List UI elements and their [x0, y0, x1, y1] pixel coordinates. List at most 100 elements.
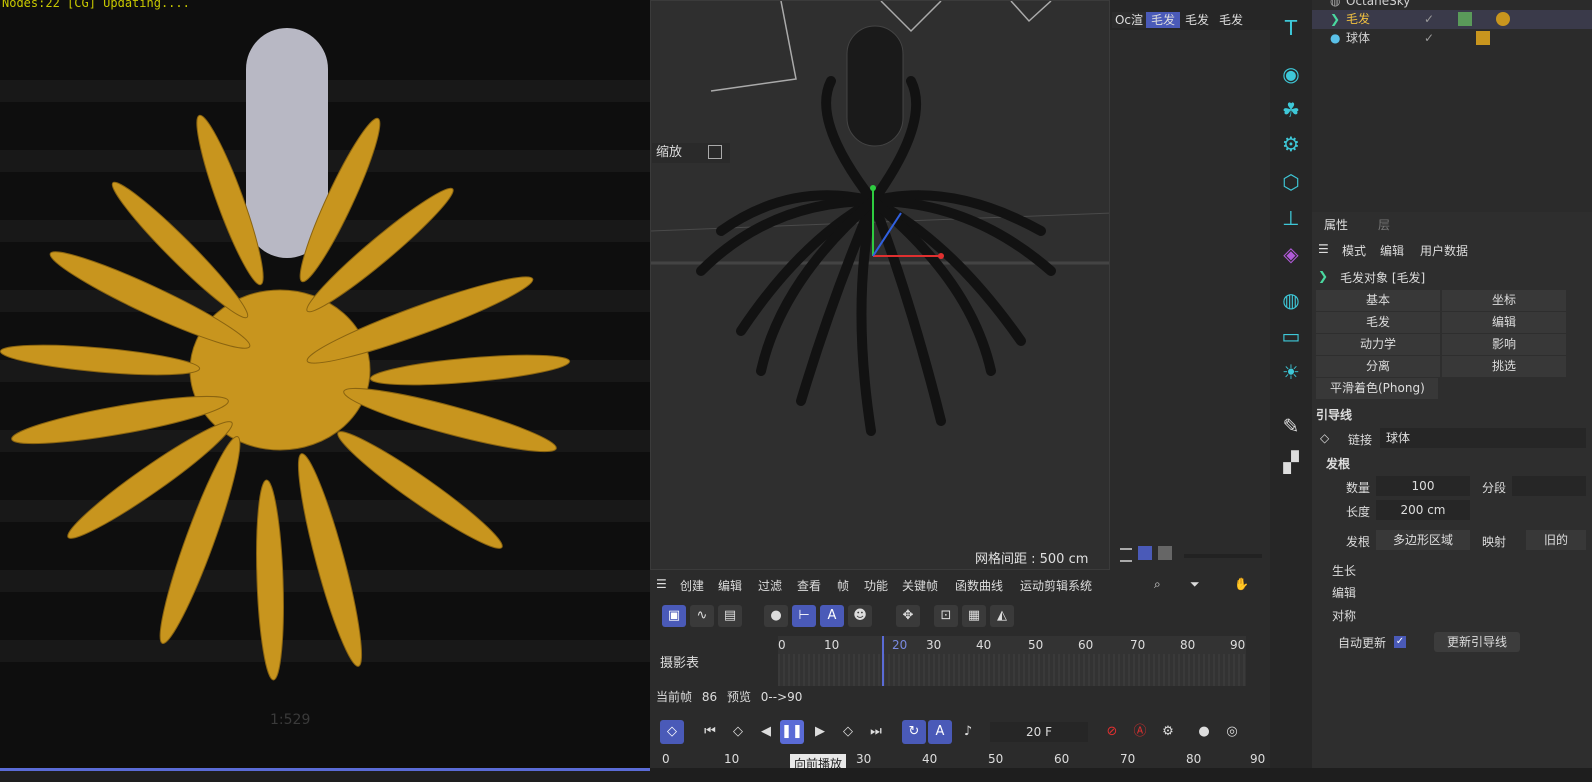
- length-field[interactable]: 200 cm: [1376, 500, 1470, 520]
- next-frame-icon[interactable]: ▶: [808, 720, 832, 744]
- loop-icon[interactable]: ↻: [902, 720, 926, 744]
- gear-icon[interactable]: ⚙: [1276, 130, 1306, 158]
- light-icon[interactable]: ☀: [1276, 358, 1306, 386]
- menu-item[interactable]: 过滤: [758, 577, 782, 594]
- material-tag-icon[interactable]: [1476, 31, 1490, 45]
- menu-edit[interactable]: 编辑: [1380, 242, 1404, 259]
- motion-icon[interactable]: ▤: [718, 605, 742, 627]
- hierarchy-icon[interactable]: ⊢: [792, 605, 816, 627]
- brush-icon[interactable]: ✎: [1276, 412, 1306, 440]
- keyframe-icon[interactable]: ◇: [1320, 431, 1329, 445]
- link-field[interactable]: 球体: [1380, 428, 1586, 448]
- menu-item[interactable]: 帧: [837, 577, 849, 594]
- playhead[interactable]: [882, 636, 884, 686]
- keyframe-filter-icon[interactable]: ●: [1192, 720, 1216, 744]
- sculpt-icon[interactable]: ▞: [1276, 448, 1306, 476]
- bottom-ruler[interactable]: 0 10 20 30 40 50 60 70 80 90: [650, 752, 1270, 768]
- count-field[interactable]: 100: [1376, 476, 1470, 496]
- update-guides-button[interactable]: 更新引导线: [1434, 632, 1520, 652]
- material-label[interactable]: Oc渲: [1112, 12, 1146, 28]
- tab-edit[interactable]: 编辑: [1442, 312, 1566, 333]
- attribute-mode-icon[interactable]: A: [820, 605, 844, 627]
- roots-section[interactable]: 发根: [1326, 455, 1350, 472]
- 3d-viewport[interactable]: [650, 0, 1110, 570]
- tab-phong[interactable]: 平滑着色(Phong): [1316, 378, 1438, 399]
- play-button[interactable]: ❚❚: [780, 720, 804, 744]
- section-edit[interactable]: 编辑: [1332, 584, 1356, 601]
- menu-item[interactable]: 关键帧: [902, 577, 938, 594]
- deformer-icon[interactable]: ⬡: [1276, 168, 1306, 196]
- record-icon[interactable]: ⊘: [1100, 720, 1124, 744]
- tab-influence[interactable]: 影响: [1442, 334, 1566, 355]
- menu-item[interactable]: 创建: [680, 577, 704, 594]
- object-row[interactable]: ● 球体 ✓: [1312, 29, 1592, 48]
- tag-icon[interactable]: [1458, 12, 1472, 26]
- clip-icon[interactable]: ▦: [962, 605, 986, 627]
- visibility-icon[interactable]: ✓: [1424, 29, 1434, 48]
- object-row[interactable]: ❯ 毛发 ✓: [1312, 10, 1592, 29]
- field-icon[interactable]: ◈: [1276, 240, 1306, 268]
- tab-basic[interactable]: 基本: [1316, 290, 1440, 311]
- map-select[interactable]: 旧的: [1526, 530, 1586, 550]
- list-view-icon[interactable]: [1120, 548, 1132, 562]
- text-icon[interactable]: T: [1276, 14, 1306, 42]
- large-view-icon[interactable]: [1158, 546, 1172, 560]
- keyframe-icon[interactable]: ◇: [660, 720, 684, 744]
- auto-update-checkbox[interactable]: ✓: [1394, 636, 1406, 648]
- section-growth[interactable]: 生长: [1332, 562, 1356, 579]
- grid-view-icon[interactable]: [1138, 546, 1152, 560]
- menu-mode[interactable]: 模式: [1342, 242, 1366, 259]
- zoom-label[interactable]: 缩放: [652, 143, 730, 163]
- hamburger-icon[interactable]: ☰: [1318, 242, 1329, 256]
- next-key-icon[interactable]: ◇: [836, 720, 860, 744]
- root-type-select[interactable]: 多边形区域: [1376, 530, 1470, 550]
- auto-key-icon[interactable]: Ⓐ: [1128, 720, 1152, 744]
- axis-icon[interactable]: ⊥: [1276, 204, 1306, 232]
- menu-item[interactable]: 功能: [864, 577, 888, 594]
- auto-keyframe-mode-icon[interactable]: A: [928, 720, 952, 744]
- frame-field[interactable]: 20 F: [990, 722, 1088, 742]
- hand-icon[interactable]: ✋: [1234, 577, 1249, 591]
- hamburger-icon[interactable]: ☰: [656, 577, 667, 591]
- fcurve-icon[interactable]: ∿: [690, 605, 714, 627]
- material-label[interactable]: 毛发: [1214, 12, 1248, 28]
- menu-item[interactable]: 编辑: [718, 577, 742, 594]
- menu-item[interactable]: 函数曲线: [955, 577, 1003, 594]
- tab-hair[interactable]: 毛发: [1316, 312, 1440, 333]
- go-to-start-icon[interactable]: ⏮: [698, 720, 722, 744]
- filter-icon[interactable]: ⏷: [1190, 577, 1200, 592]
- sphere-mode-icon[interactable]: ●: [764, 605, 788, 627]
- user-icon[interactable]: ☻: [848, 605, 872, 627]
- segments-field[interactable]: [1512, 476, 1586, 496]
- tab-dynamics[interactable]: 动力学: [1316, 334, 1440, 355]
- move-icon[interactable]: ✥: [896, 605, 920, 627]
- section-symmetry[interactable]: 对称: [1332, 607, 1356, 624]
- globe-icon[interactable]: ◍: [1276, 286, 1306, 314]
- menu-item[interactable]: 查看: [797, 577, 821, 594]
- tab-selection[interactable]: 挑选: [1442, 356, 1566, 377]
- menu-item[interactable]: 运动剪辑系统: [1020, 577, 1092, 594]
- material-label[interactable]: 毛发: [1180, 12, 1214, 28]
- menu-user-data[interactable]: 用户数据: [1420, 242, 1468, 259]
- timeline-ruler[interactable]: 0 10 20 30 40 50 60 70 80 90: [778, 636, 1246, 686]
- maximize-icon[interactable]: [708, 145, 722, 159]
- cloner-icon[interactable]: ☘: [1276, 96, 1306, 124]
- tab-detach[interactable]: 分离: [1316, 356, 1440, 377]
- tab-layers[interactable]: 层: [1378, 216, 1390, 233]
- dope-sheet-icon[interactable]: ▣: [662, 605, 686, 627]
- camera-icon[interactable]: ▭: [1276, 322, 1306, 350]
- previous-frame-icon[interactable]: ◀: [754, 720, 778, 744]
- bucket-icon[interactable]: ◭: [990, 605, 1014, 627]
- search-icon[interactable]: ⌕: [1154, 577, 1161, 592]
- size-slider[interactable]: [1184, 554, 1262, 558]
- tab-attributes[interactable]: 属性: [1324, 216, 1348, 233]
- tab-coord[interactable]: 坐标: [1442, 290, 1566, 311]
- visibility-icon[interactable]: ✓: [1424, 10, 1434, 29]
- material-label[interactable]: 毛发: [1146, 12, 1180, 28]
- sound-icon[interactable]: ♪: [956, 720, 980, 744]
- previous-key-icon[interactable]: ◇: [726, 720, 750, 744]
- settings-icon[interactable]: ⚙: [1156, 720, 1180, 744]
- material-tag-icon[interactable]: [1496, 12, 1510, 26]
- go-to-end-icon[interactable]: ⏭: [864, 720, 888, 744]
- emitter-icon[interactable]: ◉: [1276, 60, 1306, 88]
